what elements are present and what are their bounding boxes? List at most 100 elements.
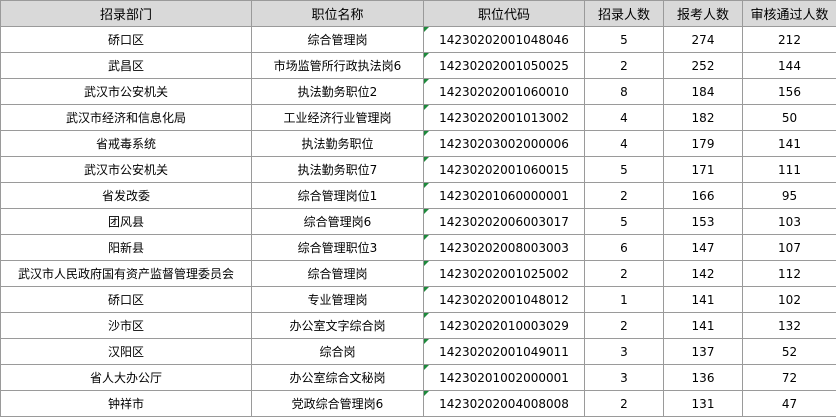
cell-applicant-count[interactable]: 179 (663, 130, 743, 157)
cell-position-code[interactable]: 14230202001013002 (423, 104, 585, 131)
cell-position-name[interactable]: 工业经济行业管理岗 (251, 104, 424, 131)
cell-position-name[interactable]: 专业管理岗 (251, 286, 424, 313)
cell-department[interactable]: 团风县 (0, 208, 252, 235)
cell-position-code[interactable]: 14230202001060015 (423, 156, 585, 183)
cell-position-name[interactable]: 党政综合管理岗6 (251, 390, 424, 417)
cell-department[interactable]: 省发改委 (0, 182, 252, 209)
cell-recruit-count[interactable]: 2 (584, 260, 664, 287)
cell-position-name[interactable]: 市场监管所行政执法岗6 (251, 52, 424, 79)
cell-recruit-count[interactable]: 6 (584, 234, 664, 261)
cell-position-code[interactable]: 14230202010003029 (423, 312, 585, 339)
cell-position-code[interactable]: 14230202004008008 (423, 390, 585, 417)
cell-recruit-count[interactable]: 4 (584, 104, 664, 131)
cell-department[interactable]: 武昌区 (0, 52, 252, 79)
cell-approved-count[interactable]: 52 (742, 338, 836, 365)
cell-recruit-count-text: 1 (620, 292, 628, 307)
header-position-name[interactable]: 职位名称 (251, 0, 424, 27)
cell-position-name[interactable]: 执法勤务职位2 (251, 78, 424, 105)
cell-applicant-count[interactable]: 136 (663, 364, 743, 391)
cell-recruit-count[interactable]: 2 (584, 312, 664, 339)
cell-recruit-count[interactable]: 2 (584, 390, 664, 417)
cell-recruit-count[interactable]: 5 (584, 26, 664, 53)
cell-approved-count[interactable]: 112 (742, 260, 836, 287)
cell-position-code[interactable]: 14230202001025002 (423, 260, 585, 287)
cell-department[interactable]: 武汉市经济和信息化局 (0, 104, 252, 131)
cell-approved-count[interactable]: 50 (742, 104, 836, 131)
cell-position-code[interactable]: 14230202001050025 (423, 52, 585, 79)
cell-applicant-count[interactable]: 141 (663, 286, 743, 313)
cell-approved-count[interactable]: 156 (742, 78, 836, 105)
cell-applicant-count[interactable]: 141 (663, 312, 743, 339)
cell-recruit-count[interactable]: 5 (584, 208, 664, 235)
cell-position-name[interactable]: 综合岗 (251, 338, 424, 365)
cell-approved-count[interactable]: 212 (742, 26, 836, 53)
cell-position-name[interactable]: 执法勤务职位7 (251, 156, 424, 183)
cell-position-code[interactable]: 14230202008003003 (423, 234, 585, 261)
text-format-indicator-icon (424, 235, 429, 240)
cell-position-name[interactable]: 综合管理岗位1 (251, 182, 424, 209)
cell-applicant-count[interactable]: 131 (663, 390, 743, 417)
cell-position-name[interactable]: 综合管理岗 (251, 260, 424, 287)
cell-approved-count[interactable]: 72 (742, 364, 836, 391)
cell-department[interactable]: 省人大办公厅 (0, 364, 252, 391)
header-applicant-count[interactable]: 报考人数 (663, 0, 743, 27)
cell-department[interactable]: 钟祥市 (0, 390, 252, 417)
cell-approved-count[interactable]: 95 (742, 182, 836, 209)
cell-recruit-count[interactable]: 3 (584, 364, 664, 391)
cell-department[interactable]: 武汉市人民政府国有资产监督管理委员会 (0, 260, 252, 287)
cell-position-code[interactable]: 14230202001049011 (423, 338, 585, 365)
header-department[interactable]: 招录部门 (0, 0, 252, 27)
cell-recruit-count[interactable]: 2 (584, 52, 664, 79)
cell-department[interactable]: 硚口区 (0, 286, 252, 313)
cell-approved-count[interactable]: 103 (742, 208, 836, 235)
cell-department[interactable]: 硚口区 (0, 26, 252, 53)
cell-position-code[interactable]: 14230202001048012 (423, 286, 585, 313)
cell-approved-count[interactable]: 144 (742, 52, 836, 79)
cell-position-name[interactable]: 执法勤务职位 (251, 130, 424, 157)
cell-position-code[interactable]: 14230203002000006 (423, 130, 585, 157)
cell-applicant-count[interactable]: 274 (663, 26, 743, 53)
cell-applicant-count[interactable]: 184 (663, 78, 743, 105)
cell-position-code[interactable]: 14230201060000001 (423, 182, 585, 209)
cell-recruit-count[interactable]: 4 (584, 130, 664, 157)
cell-recruit-count[interactable]: 5 (584, 156, 664, 183)
cell-department[interactable]: 阳新县 (0, 234, 252, 261)
cell-position-name[interactable]: 综合管理岗 (251, 26, 424, 53)
cell-approved-count[interactable]: 107 (742, 234, 836, 261)
cell-recruit-count[interactable]: 2 (584, 182, 664, 209)
cell-applicant-count[interactable]: 142 (663, 260, 743, 287)
cell-department[interactable]: 武汉市公安机关 (0, 78, 252, 105)
header-position-code[interactable]: 职位代码 (423, 0, 585, 27)
cell-recruit-count[interactable]: 1 (584, 286, 664, 313)
header-recruit-count[interactable]: 招录人数 (584, 0, 664, 27)
cell-department[interactable]: 汉阳区 (0, 338, 252, 365)
cell-approved-count[interactable]: 132 (742, 312, 836, 339)
cell-recruit-count[interactable]: 8 (584, 78, 664, 105)
cell-position-code[interactable]: 14230202006003017 (423, 208, 585, 235)
cell-position-code[interactable]: 14230201002000001 (423, 364, 585, 391)
cell-applicant-count[interactable]: 166 (663, 182, 743, 209)
cell-applicant-count-text: 153 (691, 214, 715, 229)
cell-applicant-count-text: 141 (691, 292, 715, 307)
cell-applicant-count[interactable]: 137 (663, 338, 743, 365)
cell-position-name[interactable]: 综合管理职位3 (251, 234, 424, 261)
cell-department[interactable]: 武汉市公安机关 (0, 156, 252, 183)
cell-approved-count[interactable]: 102 (742, 286, 836, 313)
cell-position-code[interactable]: 14230202001048046 (423, 26, 585, 53)
cell-position-name[interactable]: 综合管理岗6 (251, 208, 424, 235)
cell-applicant-count[interactable]: 252 (663, 52, 743, 79)
cell-applicant-count[interactable]: 182 (663, 104, 743, 131)
cell-department[interactable]: 沙市区 (0, 312, 252, 339)
cell-approved-count[interactable]: 47 (742, 390, 836, 417)
cell-recruit-count[interactable]: 3 (584, 338, 664, 365)
cell-applicant-count[interactable]: 147 (663, 234, 743, 261)
cell-department[interactable]: 省戒毒系统 (0, 130, 252, 157)
cell-position-name[interactable]: 办公室文字综合岗 (251, 312, 424, 339)
cell-applicant-count[interactable]: 171 (663, 156, 743, 183)
header-approved-count[interactable]: 审核通过人数 (742, 0, 836, 27)
cell-position-code[interactable]: 14230202001060010 (423, 78, 585, 105)
cell-approved-count[interactable]: 111 (742, 156, 836, 183)
cell-approved-count[interactable]: 141 (742, 130, 836, 157)
cell-applicant-count[interactable]: 153 (663, 208, 743, 235)
cell-position-name[interactable]: 办公室综合文秘岗 (251, 364, 424, 391)
